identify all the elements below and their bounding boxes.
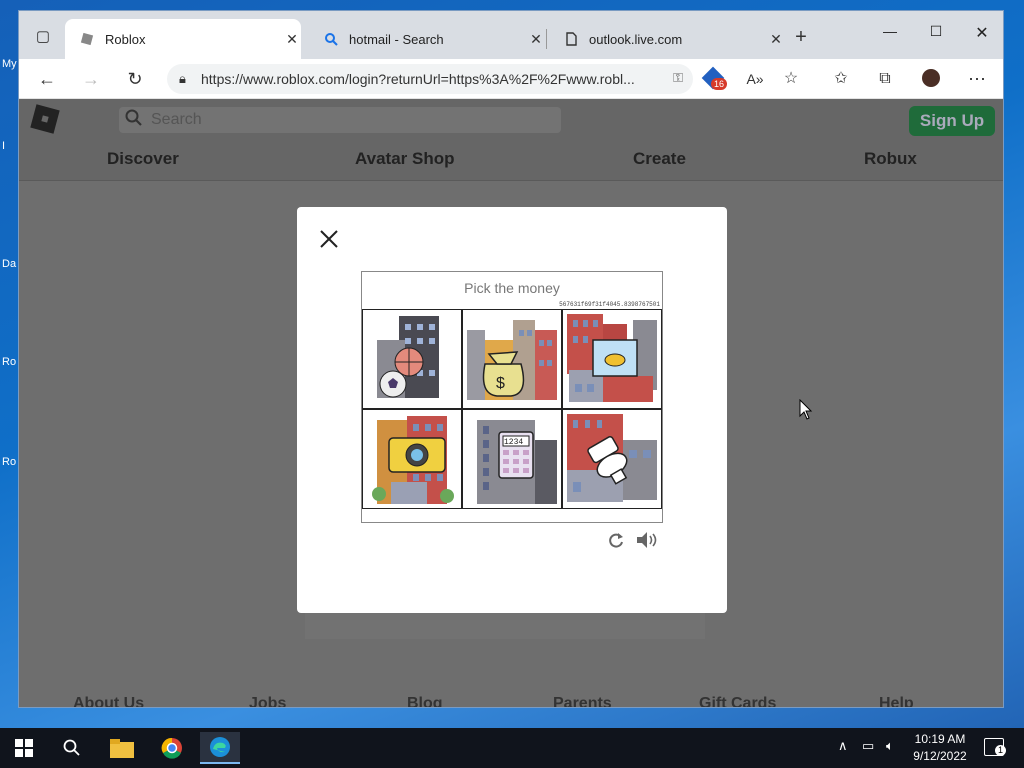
captcha-grid: $ 1234 xyxy=(362,309,662,509)
back-icon[interactable]: ← xyxy=(33,67,61,91)
fishbowl-building-tile[interactable] xyxy=(562,309,662,409)
tab-divider xyxy=(546,29,547,49)
notifications-icon[interactable]: 1 xyxy=(984,738,1007,756)
clock-date: 9/12/2022 xyxy=(913,749,967,763)
captcha-frame: Pick the money 567631f69f31f4045.8398767… xyxy=(361,271,663,523)
roblox-header: Search Sign Up xyxy=(19,99,1003,139)
footer-blog[interactable]: Blog xyxy=(407,695,443,707)
forward-icon[interactable]: → xyxy=(77,67,105,91)
browser-window: ▢ Roblox ✕ hotmail - Search ✕ outlook.li… xyxy=(18,10,1004,708)
search-input[interactable]: Search xyxy=(119,107,561,133)
show-hidden-icons-icon[interactable]: ∧ xyxy=(838,738,848,754)
nav-avatar-shop[interactable]: Avatar Shop xyxy=(355,149,455,169)
tab-label: hotmail - Search xyxy=(349,31,444,47)
desktop-icon-label[interactable]: Ro xyxy=(2,456,16,468)
tab-hotmail-search[interactable]: hotmail - Search ✕ xyxy=(309,19,545,59)
captcha-challenge-id: 567631f69f31f4045.8398767501 xyxy=(559,301,660,308)
tab-label: outlook.live.com xyxy=(589,31,683,47)
nav-robux[interactable]: Robux xyxy=(864,149,917,169)
desktop-icon-label[interactable]: Da xyxy=(2,258,16,270)
url-text: https://www.roblox.com/login?returnUrl=h… xyxy=(201,71,635,87)
search-placeholder: Search xyxy=(151,111,202,128)
basketball-building-tile[interactable] xyxy=(362,309,462,409)
tab-strip: ▢ Roblox ✕ hotmail - Search ✕ outlook.li… xyxy=(19,11,1003,59)
close-icon[interactable] xyxy=(319,229,339,249)
close-window-icon[interactable]: ✕ xyxy=(959,23,1003,43)
lock-icon[interactable]: 🔒︎ xyxy=(179,71,186,87)
calculator-building-tile[interactable]: 1234 xyxy=(462,409,562,509)
captcha-instruction: Pick the money xyxy=(464,280,560,296)
roblox-favicon-icon xyxy=(79,31,95,47)
roblox-page: Search Sign Up Discover Avatar Shop Crea… xyxy=(19,99,1003,707)
start-windows-icon[interactable] xyxy=(4,732,44,764)
search-icon xyxy=(125,109,143,132)
sign-up-button[interactable]: Sign Up xyxy=(909,106,995,136)
tab-outlook[interactable]: outlook.live.com ✕ xyxy=(549,19,785,59)
captcha-modal: Pick the money 567631f69f31f4045.8398767… xyxy=(297,207,727,613)
collections-icon[interactable]: ⧉ xyxy=(873,68,897,90)
roblox-nav: Discover Avatar Shop Create Robux xyxy=(19,139,1003,181)
favorites-icon[interactable]: ✩ xyxy=(829,68,853,90)
key-icon[interactable]: ⚿ xyxy=(673,70,683,86)
volume-icon[interactable]: 🔈︎ xyxy=(886,738,894,754)
search-icon xyxy=(323,31,339,47)
desktop-icon-label[interactable]: Ro xyxy=(2,356,16,368)
nav-create[interactable]: Create xyxy=(633,149,686,169)
refresh-captcha-icon[interactable] xyxy=(607,531,627,551)
mouse-cursor-icon xyxy=(799,398,813,421)
svg-text:1234: 1234 xyxy=(504,438,523,447)
extension-badge-icon[interactable]: 16 xyxy=(701,66,728,90)
tab-actions-icon[interactable]: ▢ xyxy=(29,25,57,49)
svg-text:$: $ xyxy=(496,375,505,392)
footer-help[interactable]: Help xyxy=(879,695,914,707)
notification-count: 1 xyxy=(995,745,1007,756)
close-tab-icon[interactable]: ✕ xyxy=(527,31,545,48)
address-bar-row: ← → ↻ 🔒︎ https://www.roblox.com/login?re… xyxy=(19,59,1003,99)
new-tab-button[interactable]: + xyxy=(787,25,815,49)
add-favorite-icon[interactable]: ☆ xyxy=(779,68,803,90)
footer-about-us[interactable]: About Us xyxy=(73,695,144,707)
toilet-building-tile[interactable] xyxy=(562,409,662,509)
address-bar[interactable]: 🔒︎ https://www.roblox.com/login?returnUr… xyxy=(167,64,693,94)
refresh-icon[interactable]: ↻ xyxy=(121,67,149,91)
chrome-icon[interactable] xyxy=(152,732,192,764)
roblox-logo-icon[interactable] xyxy=(30,104,60,134)
maximize-icon[interactable]: ☐ xyxy=(913,23,959,40)
profile-avatar-icon[interactable] xyxy=(919,68,943,90)
audio-challenge-icon[interactable] xyxy=(635,531,657,551)
file-explorer-icon[interactable] xyxy=(102,732,142,764)
footer-parents[interactable]: Parents xyxy=(553,695,612,707)
minimize-icon[interactable]: — xyxy=(867,23,913,39)
footer-gift-cards[interactable]: Gift Cards xyxy=(699,695,776,707)
network-icon[interactable]: ▭ xyxy=(862,738,874,754)
desktop-icon-label[interactable]: I xyxy=(2,140,5,152)
edge-icon[interactable] xyxy=(200,732,240,764)
taskbar: ∧ ▭ 🔈︎ 10:19 AM 9/12/2022 1 xyxy=(0,728,1024,768)
clock[interactable]: 10:19 AM 9/12/2022 xyxy=(908,731,972,765)
more-options-icon[interactable]: ⋯ xyxy=(965,68,989,90)
extension-badge-count: 16 xyxy=(711,78,728,90)
nav-discover[interactable]: Discover xyxy=(107,149,179,169)
close-tab-icon[interactable]: ✕ xyxy=(283,31,301,48)
close-tab-icon[interactable]: ✕ xyxy=(767,31,785,48)
footer-jobs[interactable]: Jobs xyxy=(249,695,286,707)
tab-roblox[interactable]: Roblox ✕ xyxy=(65,19,301,59)
page-icon xyxy=(563,31,579,47)
search-icon[interactable] xyxy=(52,732,92,764)
camera-building-tile[interactable] xyxy=(362,409,462,509)
read-aloud-icon[interactable]: A» xyxy=(743,68,767,90)
money-bag-building-tile[interactable]: $ xyxy=(462,309,562,409)
clock-time: 10:19 AM xyxy=(914,732,966,746)
desktop-icon-label[interactable]: My xyxy=(2,58,17,70)
tab-label: Roblox xyxy=(105,31,146,47)
